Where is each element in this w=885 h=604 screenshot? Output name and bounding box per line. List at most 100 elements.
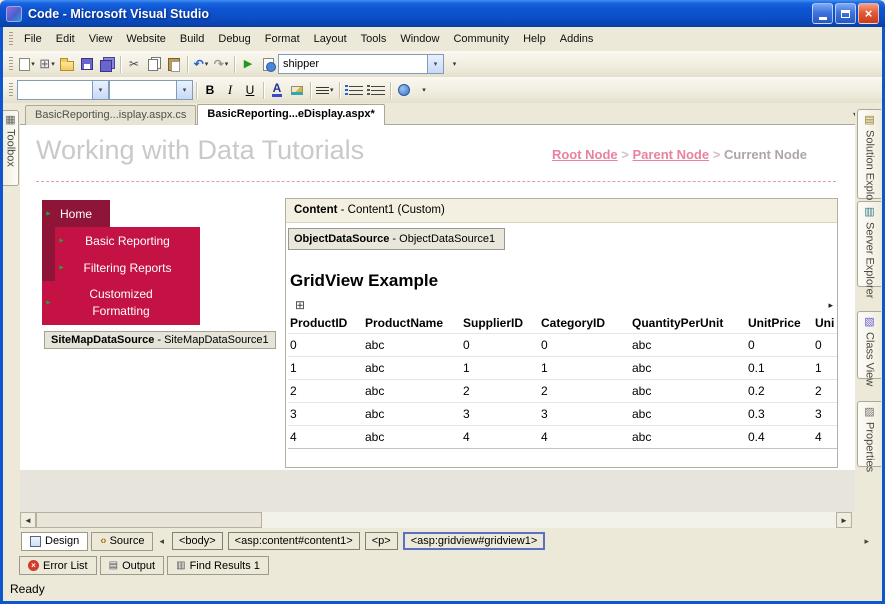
add-new-item-button[interactable]: ⊞ ▾ (37, 53, 57, 75)
menu-item-tools[interactable]: Tools (354, 28, 394, 50)
toolbar-separator (263, 81, 264, 99)
design-canvas[interactable]: Working with Data Tutorials Root Node > … (20, 125, 855, 512)
server-explorer-label: Server Explorer (863, 222, 876, 299)
output-tab[interactable]: ▤ Output (99, 556, 165, 575)
tag-navigator-right-button[interactable]: ▸ (861, 536, 872, 547)
document-tab-bar: BasicReporting...isplay.aspx.cs BasicRep… (3, 103, 882, 125)
unordered-list-button[interactable] (365, 79, 387, 101)
nav-item-home[interactable]: ► Home (42, 200, 110, 227)
source-view-button[interactable]: ‹› Source (91, 531, 154, 551)
menubar-grip[interactable] (9, 31, 13, 47)
toolbar-options-button[interactable]: ▾ (414, 79, 434, 101)
server-explorer-tab[interactable]: ▥ Server Explorer (857, 201, 881, 298)
minimize-button[interactable] (812, 3, 833, 24)
new-website-button[interactable]: ▾ (17, 53, 37, 75)
breadcrumb-root-link[interactable]: Root Node (552, 147, 618, 162)
tab-basicreporting-markup[interactable]: BasicReporting...eDisplay.aspx* (197, 104, 385, 125)
ordered-list-button[interactable] (343, 79, 365, 101)
menu-glyph-icon: ► (45, 210, 52, 217)
grid-cell: 0 (746, 333, 813, 357)
scrollbar-track[interactable] (262, 512, 836, 528)
design-view-button[interactable]: Design (21, 531, 89, 551)
menu-item-addins[interactable]: Addins (553, 28, 601, 50)
font-combobox[interactable]: ▾ (109, 80, 193, 100)
gridview-expand-glyph[interactable]: ⊞ (295, 299, 305, 311)
save-all-icon (99, 56, 115, 72)
class-view-tab[interactable]: ▧ Class View (857, 311, 881, 386)
view-in-browser-button[interactable] (258, 53, 278, 75)
style-dropdown-button[interactable]: ▾ (92, 81, 108, 99)
save-all-button[interactable] (97, 53, 117, 75)
menu-item-window[interactable]: Window (393, 28, 446, 50)
dropdown-caret-icon: ▾ (330, 87, 334, 94)
gridview-smart-tag-button[interactable]: ▸ (828, 300, 833, 311)
cut-button[interactable]: ✂ (124, 53, 144, 75)
tag-body[interactable]: <body> (171, 532, 223, 550)
paste-button[interactable] (164, 53, 184, 75)
menu-item-community[interactable]: Community (446, 28, 516, 50)
toolbox-tab[interactable]: ▦ Toolbox (3, 110, 19, 186)
breadcrumb-separator: > (712, 147, 721, 162)
objectdatasource-control[interactable]: ObjectDataSource - ObjectDataSource1 (288, 228, 505, 250)
tag-asp-content[interactable]: <asp:content#content1> (227, 532, 360, 550)
sitemapdatasource-control[interactable]: SiteMapDataSource - SiteMapDataSource1 (44, 331, 276, 349)
tag-asp-gridview[interactable]: <asp:gridview#gridview1> (402, 532, 546, 550)
redo-button[interactable]: ↷ ▾ (211, 53, 231, 75)
toolbar-grip[interactable] (9, 56, 13, 72)
find-results-tab[interactable]: ▥ Find Results 1 (167, 556, 269, 575)
content-placeholder-id: - Content1 (Custom) (337, 204, 445, 216)
nav-item-customized-formatting[interactable]: ► Customized Formatting (42, 281, 200, 325)
solution-explorer-tab[interactable]: ▤ Solution Explorer (857, 109, 881, 214)
save-button[interactable] (77, 53, 97, 75)
alignment-button[interactable]: ▾ (314, 79, 336, 101)
grid-cell: 1 (461, 356, 539, 380)
nav-item-basic-reporting[interactable]: ► Basic Reporting (42, 227, 200, 254)
menu-item-layout[interactable]: Layout (307, 28, 354, 50)
tag-navigator-left-button[interactable]: ◂ (156, 536, 167, 547)
find-dropdown-button[interactable]: ▾ (427, 55, 443, 73)
error-icon: × (28, 560, 39, 571)
menu-item-debug[interactable]: Debug (211, 28, 257, 50)
tab-basicreporting-codefile[interactable]: BasicReporting...isplay.aspx.cs (25, 105, 197, 125)
menu-item-build[interactable]: Build (173, 28, 211, 50)
breadcrumb-parent-link[interactable]: Parent Node (633, 147, 710, 162)
properties-tab[interactable]: ▨ Properties (857, 401, 881, 472)
italic-button[interactable]: I (220, 79, 240, 101)
style-combobox[interactable]: ▾ (17, 80, 109, 100)
scroll-right-button[interactable]: ► (836, 512, 852, 528)
underline-button[interactable]: U (240, 79, 260, 101)
open-file-button[interactable] (57, 53, 77, 75)
scroll-left-button[interactable]: ◄ (20, 512, 36, 528)
menu-item-file[interactable]: File (17, 28, 49, 50)
gridview-control[interactable]: ProductID ProductName SupplierID Categor… (288, 313, 837, 449)
grid-cell: 2 (461, 379, 539, 403)
font-dropdown-button[interactable]: ▾ (176, 81, 192, 99)
grid-header-cell: Uni (815, 316, 835, 330)
menu-item-view[interactable]: View (82, 28, 120, 50)
menu-item-website[interactable]: Website (119, 28, 173, 50)
undo-button[interactable]: ↶ ▾ (191, 53, 211, 75)
scrollbar-thumb[interactable] (36, 512, 262, 528)
maximize-button[interactable] (835, 3, 856, 24)
menu-item-format[interactable]: Format (258, 28, 307, 50)
error-list-tab[interactable]: × Error List (19, 556, 97, 575)
redo-icon: ↷ (213, 57, 224, 71)
dropdown-caret-icon: ▾ (433, 61, 438, 68)
font-color-button[interactable]: A (267, 79, 287, 101)
menu-item-help[interactable]: Help (516, 28, 553, 50)
horizontal-scrollbar[interactable]: ◄ ► (20, 512, 852, 528)
start-debug-button[interactable]: ▶ (238, 53, 258, 75)
toolbar-options-button[interactable]: ▾ (444, 53, 464, 75)
nav-item-filtering-reports[interactable]: ► Filtering Reports (42, 254, 200, 281)
bold-button[interactable]: B (200, 79, 220, 101)
tag-p[interactable]: <p> (364, 532, 398, 550)
copy-button[interactable] (144, 53, 164, 75)
menu-item-edit[interactable]: Edit (49, 28, 82, 50)
close-button[interactable]: × (858, 3, 879, 24)
find-input[interactable] (279, 56, 427, 72)
highlight-button[interactable] (287, 79, 307, 101)
content-placeholder-panel[interactable]: Content - Content1 (Custom) ObjectDataSo… (285, 198, 838, 468)
objectdatasource-id: - ObjectDataSource1 (389, 233, 496, 245)
hyperlink-button[interactable] (394, 79, 414, 101)
toolbar-grip[interactable] (9, 82, 13, 98)
